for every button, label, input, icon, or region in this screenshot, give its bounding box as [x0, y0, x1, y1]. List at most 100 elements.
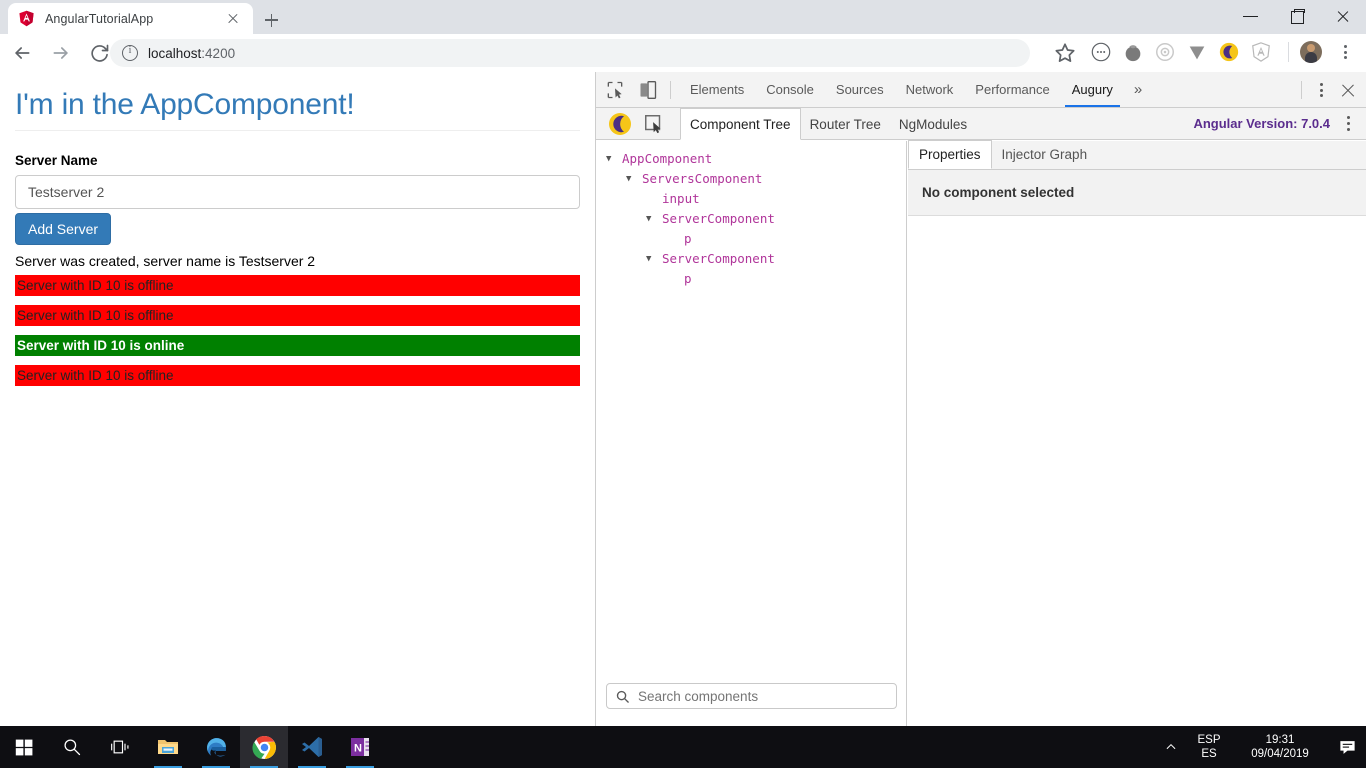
- augury-toolbar: Component Tree Router Tree NgModules Ang…: [596, 107, 1366, 140]
- devtools-tab-list: Elements Console Sources Network Perform…: [679, 72, 1152, 108]
- tab-component-tree[interactable]: Component Tree: [680, 107, 801, 140]
- forward-arrow-icon[interactable]: [44, 36, 78, 70]
- file-explorer-icon[interactable]: [144, 726, 192, 768]
- tab-console[interactable]: Console: [755, 72, 825, 107]
- close-icon[interactable]: [223, 9, 243, 29]
- tab-augury[interactable]: Augury: [1061, 72, 1124, 107]
- augury-body: ▼AppComponent ▼ServersComponent ▼input ▼…: [596, 140, 1366, 726]
- google-chrome-icon[interactable]: [240, 726, 288, 768]
- tab-elements[interactable]: Elements: [679, 72, 755, 107]
- windows-taskbar: N ESP ES 19:31 09/04/2019: [0, 726, 1366, 768]
- chevron-down-icon[interactable]: ▼: [626, 169, 638, 189]
- dots-circle-icon[interactable]: [1090, 41, 1114, 65]
- server-list: Server with ID 10 is offline Server with…: [15, 275, 580, 386]
- tab-router-tree[interactable]: Router Tree: [801, 109, 890, 140]
- augury-inspect-icon[interactable]: [642, 112, 666, 136]
- language-indicator[interactable]: ESP ES: [1186, 733, 1232, 761]
- chrome-menu-icon[interactable]: [1334, 41, 1356, 63]
- site-info-icon[interactable]: [122, 45, 138, 61]
- add-server-button[interactable]: Add Server: [15, 213, 112, 245]
- visual-studio-code-icon[interactable]: [288, 726, 336, 768]
- new-tab-button[interactable]: [257, 6, 285, 34]
- server-status-row: Server with ID 10 is offline: [15, 305, 580, 326]
- tree-node[interactable]: ▼ ServersComponent: [596, 169, 906, 189]
- inspect-element-icon[interactable]: [601, 76, 629, 104]
- tree-node-label: p: [684, 271, 692, 286]
- clock[interactable]: 19:31 09/04/2019: [1232, 733, 1328, 761]
- tree-node-label: ServerComponent: [662, 211, 775, 226]
- window-close-button[interactable]: [1320, 0, 1366, 32]
- more-tabs-icon[interactable]: »: [1124, 81, 1152, 98]
- task-view-button[interactable]: [96, 726, 144, 768]
- search-components-box[interactable]: [606, 683, 897, 709]
- language-top: ESP: [1197, 734, 1221, 746]
- search-components-input[interactable]: [636, 687, 888, 705]
- microsoft-edge-icon[interactable]: [192, 726, 240, 768]
- tree-node[interactable]: ▼ AppComponent: [596, 149, 906, 169]
- v-icon[interactable]: [1186, 41, 1210, 65]
- clock-date: 09/04/2019: [1251, 748, 1309, 760]
- clock-time: 19:31: [1265, 734, 1295, 746]
- device-toolbar-icon[interactable]: [634, 76, 662, 104]
- toolbar-divider: [1301, 81, 1302, 99]
- url-port: :4200: [201, 45, 236, 61]
- minimize-button[interactable]: [1228, 0, 1274, 32]
- augury-moon-icon: [608, 112, 632, 136]
- page-container: I'm in the AppComponent! Server Name Add…: [0, 72, 595, 386]
- server-name-input[interactable]: [15, 175, 580, 209]
- bookmark-star-icon[interactable]: [1052, 40, 1078, 66]
- tree-node[interactable]: ▼p: [596, 269, 906, 289]
- back-arrow-icon[interactable]: [5, 36, 39, 70]
- tab-network[interactable]: Network: [895, 72, 965, 107]
- browser-viewport: I'm in the AppComponent! Server Name Add…: [0, 72, 1366, 726]
- properties-pane: Properties Injector Graph No component s…: [908, 140, 1366, 726]
- tree-node-label: p: [684, 231, 692, 246]
- angular-icon[interactable]: [1250, 41, 1274, 65]
- component-tree-list[interactable]: ▼AppComponent ▼ServersComponent ▼input ▼…: [596, 141, 906, 674]
- devtools-menu-icon[interactable]: [1310, 79, 1332, 101]
- server-status-row: Server with ID 10 is online: [15, 335, 580, 356]
- server-name-label: Server Name: [15, 153, 98, 168]
- show-hidden-icons[interactable]: [1156, 726, 1186, 768]
- avatar[interactable]: [1300, 41, 1322, 63]
- tree-node[interactable]: ▼input: [596, 189, 906, 209]
- tab-properties[interactable]: Properties: [908, 140, 992, 169]
- component-tree-pane: ▼AppComponent ▼ServersComponent ▼input ▼…: [596, 141, 907, 726]
- tab-title: AngularTutorialApp: [45, 11, 154, 26]
- augury-moon-icon[interactable]: [1218, 41, 1242, 65]
- action-center-icon[interactable]: [1328, 726, 1366, 768]
- tab-ngmodules[interactable]: NgModules: [890, 109, 976, 140]
- search-button[interactable]: [48, 726, 96, 768]
- chevron-down-icon[interactable]: ▼: [646, 209, 658, 229]
- divider: [15, 130, 580, 131]
- devtools-close-icon[interactable]: [1336, 78, 1360, 102]
- augury-menu-icon[interactable]: [1338, 113, 1358, 135]
- tab-strip: AngularTutorialApp: [0, 0, 1366, 34]
- address-bar[interactable]: localhost:4200: [110, 39, 1030, 67]
- no-component-selected-message: No component selected: [908, 170, 1366, 216]
- devtools-toolbar: Elements Console Sources Network Perform…: [596, 72, 1366, 108]
- chevron-down-icon[interactable]: ▼: [646, 249, 658, 269]
- language-bottom: ES: [1201, 748, 1217, 760]
- extension-icons: [1090, 38, 1274, 68]
- tab-sources[interactable]: Sources: [825, 72, 895, 107]
- tree-node[interactable]: ▼p: [596, 229, 906, 249]
- tab-injector-graph[interactable]: Injector Graph: [992, 141, 1098, 169]
- tree-node-label: input: [662, 191, 700, 206]
- tree-node[interactable]: ▼ ServerComponent: [596, 209, 906, 229]
- browser-tab[interactable]: AngularTutorialApp: [8, 3, 253, 34]
- tab-performance[interactable]: Performance: [964, 72, 1060, 107]
- target-icon[interactable]: [1154, 41, 1178, 65]
- search-icon: [615, 689, 630, 704]
- tree-node[interactable]: ▼ ServerComponent: [596, 249, 906, 269]
- onenote-icon[interactable]: N: [336, 726, 384, 768]
- chevron-down-icon[interactable]: ▼: [606, 149, 618, 169]
- tomato-icon[interactable]: [1122, 41, 1146, 65]
- angular-version-label: Angular Version: 7.0.4: [1193, 116, 1330, 131]
- server-status-row: Server with ID 10 is offline: [15, 365, 580, 386]
- toolbar-divider: [670, 80, 671, 99]
- maximize-button[interactable]: [1274, 0, 1320, 32]
- search-components-wrapper: [596, 674, 907, 726]
- start-button[interactable]: [0, 726, 48, 768]
- svg-text:N: N: [354, 743, 362, 755]
